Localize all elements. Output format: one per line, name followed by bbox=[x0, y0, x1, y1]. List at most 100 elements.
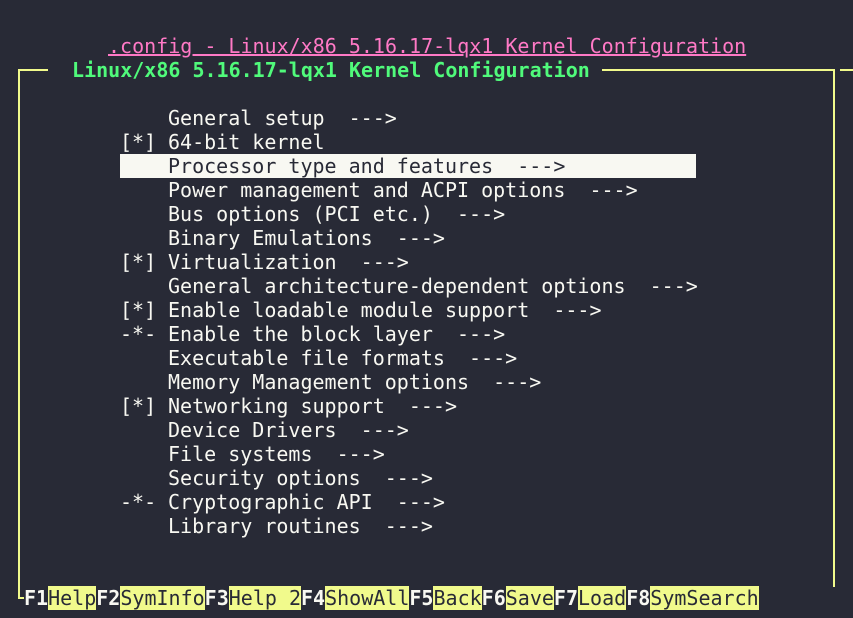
submenu-arrow-icon: ---> bbox=[444, 346, 518, 370]
fkey-code: F2 bbox=[96, 586, 121, 610]
fkey-label: Save bbox=[505, 586, 554, 610]
item-label: Memory Management options bbox=[168, 370, 470, 394]
menu-item-cryptographic-api[interactable]: -*- Cryptographic API ---> bbox=[120, 490, 696, 514]
fkey-label: SymSearch bbox=[650, 586, 759, 610]
fkey-label: Help bbox=[48, 586, 97, 610]
frame-title: Linux/x86 5.16.17-lqx1 Kernel Configurat… bbox=[60, 58, 602, 82]
f4-showall-button[interactable]: F4 ShowAll bbox=[301, 586, 410, 610]
item-label: Virtualization bbox=[168, 250, 337, 274]
submenu-arrow-icon: ---> bbox=[529, 298, 602, 322]
item-state bbox=[120, 274, 168, 298]
menu-item-virtualization[interactable]: [*] Virtualization ---> bbox=[120, 250, 696, 274]
item-label: Library routines bbox=[168, 514, 361, 538]
submenu-arrow-icon: ---> bbox=[432, 322, 506, 346]
fkey-code: F7 bbox=[553, 586, 579, 610]
item-label: File systems bbox=[168, 442, 313, 466]
frame-border-top-right bbox=[590, 69, 835, 71]
menu-item-bus-options[interactable]: Bus options (PCI etc.) ---> bbox=[120, 202, 696, 226]
menu-item-general-arch-options[interactable]: General architecture-dependent options -… bbox=[120, 274, 698, 298]
fkey-code: F1 bbox=[24, 586, 49, 610]
item-label: Security options bbox=[168, 466, 361, 490]
menu-item-file-systems[interactable]: File systems ---> bbox=[120, 442, 696, 466]
frame-border-left bbox=[18, 69, 20, 599]
fkey-code: F6 bbox=[481, 586, 506, 610]
submenu-arrow-icon: ---> bbox=[312, 442, 385, 466]
item-checkbox[interactable]: [*] bbox=[120, 130, 168, 154]
menu-item-memory-management[interactable]: Memory Management options ---> bbox=[120, 370, 696, 394]
item-state bbox=[120, 370, 168, 394]
item-label: Enable the block layer bbox=[168, 322, 433, 346]
item-forced-state: -*- bbox=[120, 490, 169, 514]
submenu-arrow-icon: ---> bbox=[384, 394, 457, 418]
item-label: Bus options (PCI etc.) bbox=[168, 202, 433, 226]
menu-item-device-drivers[interactable]: Device Drivers ---> bbox=[120, 418, 696, 442]
item-label: 64-bit kernel bbox=[168, 130, 325, 154]
submenu-arrow-icon: ---> bbox=[360, 514, 433, 538]
submenu-arrow-icon: ---> bbox=[336, 418, 409, 442]
submenu-arrow-icon: ---> bbox=[432, 202, 506, 226]
backtitle: .config - Linux/x86 5.16.17-lqx1 Kernel … bbox=[108, 34, 747, 58]
f2-syminfo-button[interactable]: F2 SymInfo bbox=[96, 586, 205, 610]
item-state bbox=[120, 226, 168, 250]
item-state bbox=[120, 178, 168, 202]
submenu-arrow-icon: ---> bbox=[493, 154, 566, 178]
config-menu: General setup ---> [*] 64-bit kernel Pro… bbox=[120, 106, 698, 538]
submenu-arrow-icon: ---> bbox=[336, 250, 409, 274]
f6-save-button[interactable]: F6 Save bbox=[482, 586, 554, 610]
submenu-arrow-icon: ---> bbox=[625, 274, 698, 298]
fkey-code: F8 bbox=[626, 586, 651, 610]
item-checkbox[interactable]: [*] bbox=[120, 298, 168, 322]
fkey-label: Back bbox=[433, 586, 482, 610]
item-state bbox=[120, 514, 168, 538]
item-label: Cryptographic API bbox=[168, 490, 373, 514]
item-checkbox[interactable]: [*] bbox=[120, 250, 168, 274]
item-label: General setup bbox=[168, 106, 325, 130]
f1-help-button[interactable]: F1 Help bbox=[24, 586, 97, 610]
menu-item-block-layer[interactable]: -*- Enable the block layer ---> bbox=[120, 322, 696, 346]
f5-back-button[interactable]: F5 Back bbox=[409, 586, 482, 610]
item-checkbox[interactable]: [*] bbox=[120, 394, 168, 418]
item-label: Processor type and features bbox=[168, 154, 494, 178]
frame-border-right bbox=[833, 69, 835, 587]
item-state bbox=[120, 418, 168, 442]
item-state bbox=[120, 202, 168, 226]
function-key-bar: F1 Help F2 SymInfo F3 Help 2 F4 ShowAll F5 Ba… bbox=[24, 586, 759, 610]
menu-item-64bit-kernel[interactable]: [*] 64-bit kernel bbox=[120, 130, 696, 154]
f7-load-button[interactable]: F7 Load bbox=[553, 586, 627, 610]
fkey-label: SymInfo bbox=[120, 586, 205, 610]
submenu-arrow-icon: ---> bbox=[360, 466, 433, 490]
menu-item-networking-support[interactable]: [*] Networking support ---> bbox=[120, 394, 696, 418]
submenu-arrow-icon: ---> bbox=[372, 490, 445, 514]
menu-item-library-routines[interactable]: Library routines ---> bbox=[120, 514, 696, 538]
item-label: Networking support bbox=[168, 394, 385, 418]
menu-item-loadable-module-support[interactable]: [*] Enable loadable module support ---> bbox=[120, 298, 696, 322]
item-label: Binary Emulations bbox=[168, 226, 373, 250]
item-label: Enable loadable module support bbox=[168, 298, 530, 322]
fkey-code: F5 bbox=[409, 586, 434, 610]
frame-border-top-left bbox=[18, 69, 48, 71]
item-label: Device Drivers bbox=[168, 418, 337, 442]
submenu-arrow-icon: ---> bbox=[565, 178, 638, 202]
item-state bbox=[120, 106, 168, 130]
frame-border-top-stub bbox=[840, 69, 853, 71]
menu-item-security-options[interactable]: Security options ---> bbox=[120, 466, 696, 490]
f3-help2-button[interactable]: F3 Help 2 bbox=[205, 586, 301, 610]
item-state bbox=[120, 154, 168, 178]
menu-item-power-management[interactable]: Power management and ACPI options ---> bbox=[120, 178, 696, 202]
menu-item-binary-emulations[interactable]: Binary Emulations ---> bbox=[120, 226, 696, 250]
terminal-window: .config - Linux/x86 5.16.17-lqx1 Kernel … bbox=[0, 0, 853, 618]
menu-item-general-setup[interactable]: General setup ---> bbox=[120, 106, 696, 130]
f8-symsearch-button[interactable]: F8 SymSearch bbox=[626, 586, 759, 610]
item-state bbox=[120, 442, 168, 466]
fkey-code: F3 bbox=[204, 586, 229, 610]
menu-item-processor-type[interactable]: Processor type and features ---> bbox=[120, 154, 696, 178]
fkey-label: ShowAll bbox=[325, 586, 410, 610]
fkey-code: F4 bbox=[301, 586, 326, 610]
fkey-label: Help 2 bbox=[228, 586, 301, 610]
submenu-arrow-icon: ---> bbox=[372, 226, 445, 250]
item-label: General architecture-dependent options bbox=[168, 274, 626, 298]
item-state bbox=[120, 466, 168, 490]
menu-item-executable-file-formats[interactable]: Executable file formats ---> bbox=[120, 346, 696, 370]
item-state bbox=[120, 346, 168, 370]
submenu-arrow-icon: ---> bbox=[469, 370, 542, 394]
